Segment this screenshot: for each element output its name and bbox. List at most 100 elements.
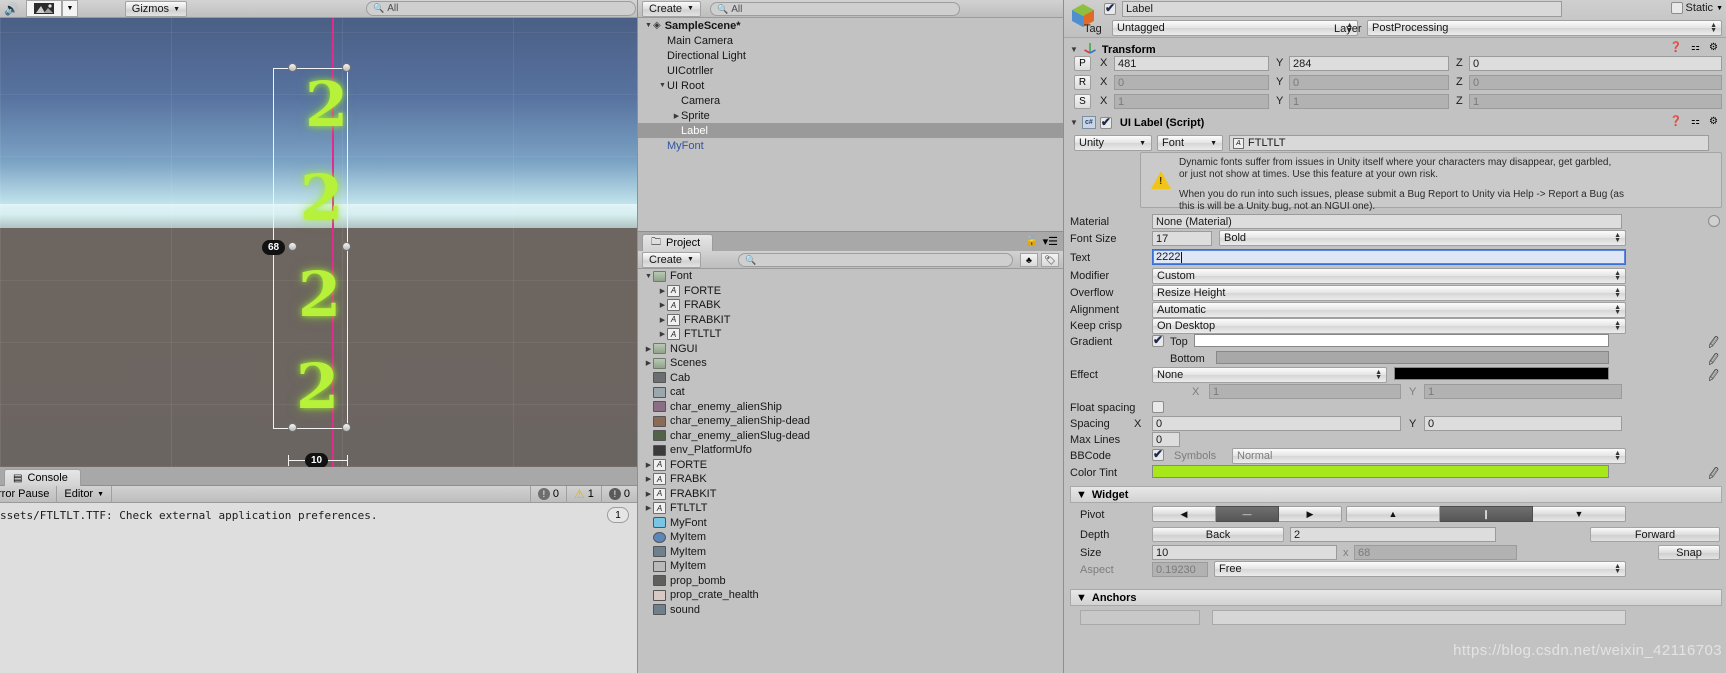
font-type-dropdown[interactable]: Font ▼ (1157, 135, 1223, 151)
depth-back-button[interactable]: Back (1152, 527, 1284, 542)
foldout-open-icon[interactable]: ▼ (644, 273, 653, 280)
project-item[interactable]: sound (638, 603, 1064, 618)
project-item[interactable]: ▶ A FORTE (638, 458, 1064, 473)
widget-handle-bottom-right[interactable] (342, 423, 351, 432)
transform-y-field[interactable]: 1 (1289, 94, 1449, 109)
foldout-closed-icon[interactable]: ▶ (644, 345, 653, 353)
spacing-x-field[interactable]: 0 (1152, 416, 1401, 431)
project-item[interactable]: ▶ Scenes (638, 356, 1064, 371)
preset-icon[interactable]: ⚏ (1691, 116, 1700, 127)
aspect-mode-dropdown[interactable]: Free ▲ ▼ (1214, 561, 1626, 577)
console-message[interactable]: ssets/FTLTLT.TTF: Check external applica… (0, 509, 600, 522)
project-item[interactable]: ▼ Font (638, 269, 1064, 284)
foldout-closed-icon[interactable]: ▶ (644, 359, 653, 367)
project-item[interactable]: ▶ A FRABKIT (638, 487, 1064, 502)
static-toggle-group[interactable]: Static ▼ (1670, 2, 1723, 14)
tab-console[interactable]: ▤ Console (4, 469, 81, 486)
foldout-closed-icon[interactable]: ▶ (644, 475, 653, 483)
project-item[interactable]: char_enemy_alienShip-dead (638, 414, 1064, 429)
hierarchy-tree[interactable]: ▼ ◈ SampleScene* Main Camera Directional Lig… (638, 18, 1064, 153)
widget-handle-mid[interactable] (288, 242, 297, 251)
widget-handle-top-right[interactable] (342, 63, 351, 72)
transform-row-tag[interactable]: S (1074, 94, 1091, 109)
chevron-down-icon[interactable]: ▼ (1716, 5, 1723, 12)
transform-z-field[interactable]: 0 (1469, 56, 1722, 71)
eyedropper-icon[interactable]: 🖉 (1707, 464, 1722, 485)
font-size-field[interactable]: 17 (1152, 231, 1212, 246)
project-item[interactable]: cat (638, 385, 1064, 400)
bbcode-checkbox[interactable] (1152, 447, 1164, 461)
foldout-closed-icon[interactable]: ▶ (658, 330, 667, 338)
tab-project[interactable]: 🗀 Project (642, 234, 714, 251)
depth-forward-button[interactable]: Forward (1590, 527, 1720, 542)
transform-x-field[interactable]: 0 (1114, 75, 1269, 90)
ui-label-enabled-checkbox[interactable] (1099, 115, 1112, 129)
pivot-bottom-button[interactable]: ▼ (1533, 506, 1626, 522)
pivot-top-button[interactable]: ▲ (1346, 506, 1440, 522)
pivot-horizontal-group[interactable]: ◀ — ▶ (1152, 506, 1342, 522)
lock-icon[interactable]: 🔓 (1026, 236, 1038, 247)
transform-y-field[interactable]: 284 (1289, 56, 1449, 71)
gradient-top-color-swatch[interactable] (1194, 334, 1609, 347)
project-item[interactable]: prop_bomb (638, 574, 1064, 589)
font-asset-field[interactable]: A FTLTLT (1229, 135, 1709, 151)
chevron-down-icon[interactable]: ▼ (62, 0, 78, 17)
tag-dropdown[interactable]: Untagged ▲ ▼ (1112, 20, 1358, 36)
overflow-dropdown[interactable]: Resize Height ▲ ▼ (1152, 285, 1626, 301)
pivot-right-button[interactable]: ▶ (1279, 506, 1342, 522)
pivot-center-button[interactable]: — (1216, 506, 1279, 522)
keep-crisp-dropdown[interactable]: On Desktop ▲ ▼ (1152, 318, 1626, 334)
material-field[interactable]: None (Material) (1152, 214, 1622, 229)
error-pause-toggle[interactable]: rror Pause (0, 485, 58, 503)
modifier-dropdown[interactable]: Custom ▲ ▼ (1152, 268, 1626, 284)
effect-dropdown[interactable]: None ▲ ▼ (1152, 367, 1387, 383)
foldout-open-icon[interactable]: ▼ (644, 22, 653, 29)
help-icon[interactable]: ❓ (1670, 116, 1682, 127)
max-lines-field[interactable]: 0 (1152, 432, 1180, 447)
hierarchy-search-input[interactable]: 🔍 All (710, 2, 960, 16)
project-item[interactable]: ▶ A FRABKIT (638, 313, 1064, 328)
help-icon[interactable]: ❓ (1670, 42, 1682, 53)
console-warning-filter[interactable]: ⚠ 1 (565, 485, 601, 503)
size-width-field[interactable]: 10 (1152, 545, 1337, 560)
foldout-triangle-icon[interactable]: ▼ (1070, 118, 1078, 127)
gradient-checkbox[interactable] (1152, 333, 1164, 347)
widget-handle-mid-right[interactable] (342, 242, 351, 251)
pivot-vertical-group[interactable]: ▲ ❙ ▼ (1346, 506, 1626, 522)
snap-button[interactable]: Snap (1658, 545, 1720, 560)
foldout-closed-icon[interactable]: ▶ (644, 490, 653, 498)
console-editor-dropdown[interactable]: Editor ▼ (57, 485, 113, 503)
hierarchy-item[interactable]: MyFont (638, 138, 1064, 153)
anchors-target-placeholder[interactable] (1212, 610, 1626, 625)
console-message-list[interactable]: ssets/FTLTLT.TTF: Check external applica… (0, 503, 637, 673)
hierarchy-item[interactable]: Label (638, 123, 1064, 138)
pivot-middle-button[interactable]: ❙ (1440, 506, 1533, 522)
project-item[interactable]: char_enemy_alienSlug-dead (638, 429, 1064, 444)
foldout-triangle-icon[interactable]: ▼ (1076, 489, 1087, 501)
hierarchy-item[interactable]: ▶ Sprite (638, 108, 1064, 123)
widget-handle-top[interactable] (288, 63, 297, 72)
project-item[interactable]: prop_crate_health (638, 588, 1064, 603)
label-icon[interactable]: 🏷 (1041, 253, 1059, 267)
audio-icon[interactable]: 🔊 (4, 2, 19, 16)
project-item[interactable]: Cab (638, 371, 1064, 386)
gizmos-button[interactable]: Gizmos ▼ (124, 1, 187, 17)
project-item[interactable]: MyItem (638, 530, 1064, 545)
scene-search-input[interactable]: 🔍 All (366, 1, 636, 16)
transform-x-field[interactable]: 481 (1114, 56, 1269, 71)
hierarchy-item[interactable]: Camera (638, 93, 1064, 108)
anchors-section-header[interactable]: ▼ Anchors (1070, 589, 1722, 606)
project-item[interactable]: char_enemy_alienShip (638, 400, 1064, 415)
ui-label-component-header[interactable]: ▼ c# UI Label (Script) (1070, 114, 1726, 131)
foldout-closed-icon[interactable]: ▶ (658, 287, 667, 295)
float-spacing-checkbox[interactable] (1152, 401, 1164, 413)
foldout-open-icon[interactable]: ▼ (658, 82, 667, 89)
project-item[interactable]: ▶ A FTLTLT (638, 327, 1064, 342)
project-asset-tree[interactable]: ▼ Font ▶ A FORTE ▶ A FRABK ▶ A FRABKIT ▶ A FTLTLT ▶ NGU… (638, 269, 1064, 617)
hierarchy-create-button[interactable]: Create ▼ (642, 0, 701, 17)
gameobject-enabled-checkbox[interactable] (1104, 1, 1116, 15)
console-info-filter[interactable]: ! 0 (529, 485, 566, 503)
project-search-input[interactable]: 🔍 (738, 253, 1013, 267)
gradient-bottom-color-swatch[interactable] (1216, 351, 1609, 364)
pivot-left-button[interactable]: ◀ (1152, 506, 1216, 522)
